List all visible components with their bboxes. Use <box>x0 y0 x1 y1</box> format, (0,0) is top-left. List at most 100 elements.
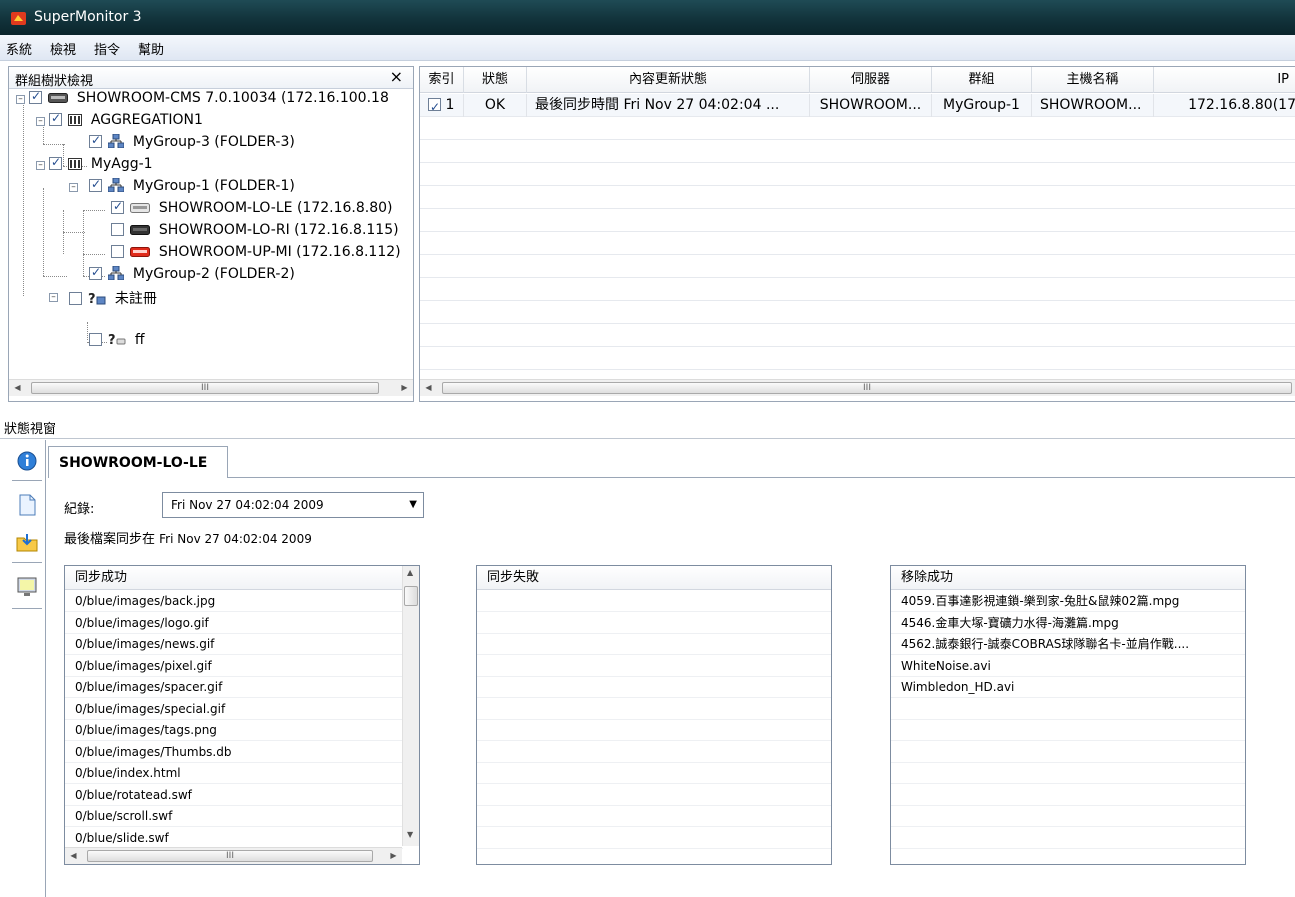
tree-node-unregistered[interactable]: – ? 未註冊 <box>49 288 157 310</box>
tree-view[interactable]: – SHOWROOM-CMS 7.0.10034 (172.16.100.18 … <box>9 90 413 378</box>
scrollbar-thumb[interactable]: III <box>442 382 1292 394</box>
checkbox[interactable] <box>89 265 102 280</box>
tree-node-myagg1[interactable]: – MyAgg-1 <box>36 155 153 178</box>
record-select[interactable]: Fri Nov 27 04:02:04 2009 ▼ <box>162 492 424 518</box>
table-row[interactable]: 1 OK 最後同步時間 Fri Nov 27 04:02:04 ... SHOW… <box>420 94 1295 117</box>
list-item[interactable]: 0/blue/scroll.swf <box>65 806 403 827</box>
server-icon <box>48 93 69 103</box>
checkbox[interactable] <box>428 96 441 117</box>
empty-row <box>420 163 1295 186</box>
empty-list-row <box>891 828 1245 849</box>
tree-node-ff[interactable]: ? ff <box>89 332 145 354</box>
menu-help[interactable]: 幫助 <box>138 39 164 58</box>
checkbox[interactable] <box>89 133 102 148</box>
monitor-icon[interactable] <box>14 574 40 600</box>
empty-list-row <box>891 763 1245 784</box>
window-title: SuperMonitor 3 <box>34 9 142 25</box>
scroll-left-arrow-icon[interactable]: ◀ <box>9 380 26 396</box>
list-item[interactable]: 0/blue/images/spacer.gif <box>65 677 403 698</box>
tree-node-mygroup2[interactable]: MyGroup-2 (FOLDER-2) <box>89 265 295 288</box>
checkbox[interactable] <box>89 333 102 346</box>
collapse-icon[interactable]: – <box>49 293 58 302</box>
scroll-right-arrow-icon[interactable]: ▶ <box>385 848 402 864</box>
collapse-icon[interactable]: – <box>69 183 78 192</box>
list-item[interactable]: Wimbledon_HD.avi <box>891 677 1245 698</box>
list-item[interactable]: 0/blue/images/logo.gif <box>65 613 403 634</box>
checkbox[interactable] <box>89 177 102 192</box>
tree-node-mygroup3[interactable]: MyGroup-3 (FOLDER-3) <box>89 133 295 156</box>
checkbox[interactable] <box>111 199 124 214</box>
tree-node-aggregation1[interactable]: – AGGREGATION1 <box>36 111 203 134</box>
network-group-icon <box>108 134 125 148</box>
unknown-group-icon: ? <box>88 292 106 305</box>
scrollbar-thumb[interactable]: III <box>31 382 379 394</box>
list-item[interactable]: 0/blue/images/Thumbs.db <box>65 742 403 763</box>
menu-command[interactable]: 指令 <box>94 39 120 58</box>
scroll-up-arrow-icon[interactable]: ▲ <box>407 568 413 577</box>
tree-node-showroom-lo-le[interactable]: SHOWROOM-LO-LE (172.16.8.80) <box>111 199 393 222</box>
tree-panel-title: 群組樹狀檢視 <box>15 74 94 89</box>
info-icon[interactable] <box>14 448 40 474</box>
tree-node-label: ff <box>134 332 145 348</box>
checkbox[interactable] <box>49 111 62 126</box>
list-item[interactable]: 0/blue/images/news.gif <box>65 634 403 655</box>
list-item[interactable]: 4059.百事達影視連鎖-樂到家-兔肚&鼠辣02篇.mpg <box>891 591 1245 612</box>
list-item[interactable]: 0/blue/slide.swf <box>65 828 403 849</box>
scroll-left-arrow-icon[interactable]: ◀ <box>420 380 437 396</box>
vertical-scrollbar[interactable]: ▲ ▼ <box>402 566 419 846</box>
tree-node-label: SHOWROOM-LO-LE (172.16.8.80) <box>158 200 393 216</box>
column-header-status[interactable]: 狀態 <box>464 67 527 93</box>
horizontal-scrollbar[interactable]: ◀ III ▶ <box>65 847 402 864</box>
sync-success-list[interactable]: 同步成功 0/blue/images/back.jpg 0/blue/images… <box>64 565 420 865</box>
list-item[interactable]: 0/blue/images/special.gif <box>65 699 403 720</box>
tab-showroom-lo-le[interactable]: SHOWROOM-LO-LE <box>48 446 228 478</box>
list-item[interactable]: 4546.金車大塚-寶礦力水得-海灘篇.mpg <box>891 613 1245 634</box>
tree-node-showroom-up-mi[interactable]: SHOWROOM-UP-MI (172.16.8.112) <box>111 244 401 266</box>
column-header-ip[interactable]: IP <box>1154 67 1295 93</box>
tree-node-mygroup1[interactable]: – MyGroup-1 (FOLDER-1) <box>69 177 295 200</box>
column-header-group[interactable]: 群組 <box>932 67 1032 93</box>
list-item[interactable]: 0/blue/images/pixel.gif <box>65 656 403 677</box>
dropdown-arrow-icon[interactable]: ▼ <box>409 493 417 517</box>
close-icon[interactable]: × <box>390 67 403 86</box>
tree-node-showroom-lo-ri[interactable]: SHOWROOM-LO-RI (172.16.8.115) <box>111 222 399 244</box>
menu-view[interactable]: 檢視 <box>50 39 76 58</box>
list-item[interactable]: 0/blue/index.html <box>65 763 403 784</box>
collapse-icon[interactable]: – <box>36 161 45 170</box>
column-header-index[interactable]: 索引 <box>420 67 464 93</box>
record-label: 紀錄: <box>64 502 95 517</box>
scrollbar-thumb[interactable]: III <box>87 850 373 862</box>
removed-success-list[interactable]: 移除成功 4059.百事達影視連鎖-樂到家-兔肚&鼠辣02篇.mpg 4546.金… <box>890 565 1246 865</box>
checkbox[interactable] <box>69 292 82 305</box>
tree-node-cms[interactable]: – SHOWROOM-CMS 7.0.10034 (172.16.100.18 <box>16 90 389 112</box>
list-item[interactable]: 0/blue/images/tags.png <box>65 720 403 741</box>
scroll-right-arrow-icon[interactable]: ▶ <box>396 380 413 396</box>
list-item[interactable]: 0/blue/images/back.jpg <box>65 591 403 612</box>
scroll-left-arrow-icon[interactable]: ◀ <box>65 848 82 864</box>
collapse-icon[interactable]: – <box>36 117 45 126</box>
column-header-update-status[interactable]: 內容更新狀態 <box>527 67 810 93</box>
checkbox[interactable] <box>29 90 42 104</box>
sync-failed-list[interactable]: 同步失敗 <box>476 565 832 865</box>
empty-list-row <box>891 785 1245 806</box>
list-item[interactable]: 4562.誠泰銀行-誠泰COBRAS球隊聯名卡-並肩作戰.... <box>891 634 1245 655</box>
tree-horizontal-scrollbar[interactable]: ◀ III ▶ <box>9 379 413 396</box>
column-header-host[interactable]: 主機名稱 <box>1032 67 1154 93</box>
menu-system[interactable]: 系統 <box>6 39 32 58</box>
document-icon[interactable] <box>14 492 40 518</box>
empty-list-row <box>477 785 831 806</box>
folder-download-icon[interactable] <box>14 530 40 556</box>
grid-horizontal-scrollbar[interactable]: ◀ III <box>420 379 1295 396</box>
list-item[interactable]: WhiteNoise.avi <box>891 656 1245 677</box>
empty-list-row <box>477 699 831 720</box>
checkbox[interactable] <box>111 245 124 258</box>
list-item[interactable]: 0/blue/rotatead.swf <box>65 785 403 806</box>
scroll-down-arrow-icon[interactable]: ▼ <box>407 830 413 839</box>
checkbox[interactable] <box>49 155 62 170</box>
aggregation-icon <box>68 158 83 170</box>
collapse-icon[interactable]: – <box>16 95 25 104</box>
last-sync-time: Fri Nov 27 04:02:04 2009 <box>159 532 312 546</box>
checkbox[interactable] <box>111 223 124 236</box>
column-header-server[interactable]: 伺服器 <box>810 67 932 93</box>
scrollbar-thumb[interactable] <box>404 586 418 606</box>
